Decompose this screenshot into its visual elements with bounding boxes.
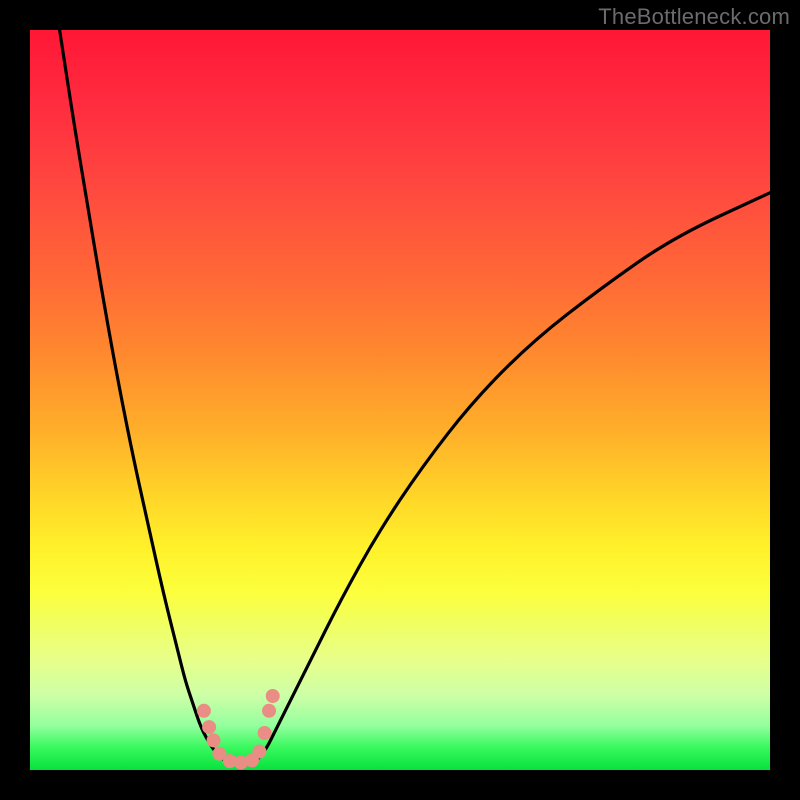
marker-dot: [258, 726, 272, 740]
watermark-text: TheBottleneck.com: [598, 4, 790, 30]
right-branch-line: [252, 193, 770, 763]
marker-dot: [262, 704, 276, 718]
marker-dot: [207, 733, 221, 747]
markers-group: [197, 689, 280, 770]
marker-dot: [202, 720, 216, 734]
outer-frame: TheBottleneck.com: [0, 0, 800, 800]
marker-dot: [266, 689, 280, 703]
chart-svg: [30, 30, 770, 770]
curve-group: [60, 30, 770, 764]
marker-dot: [197, 704, 211, 718]
plot-area: [30, 30, 770, 770]
left-branch-line: [60, 30, 230, 763]
marker-dot: [252, 745, 266, 759]
